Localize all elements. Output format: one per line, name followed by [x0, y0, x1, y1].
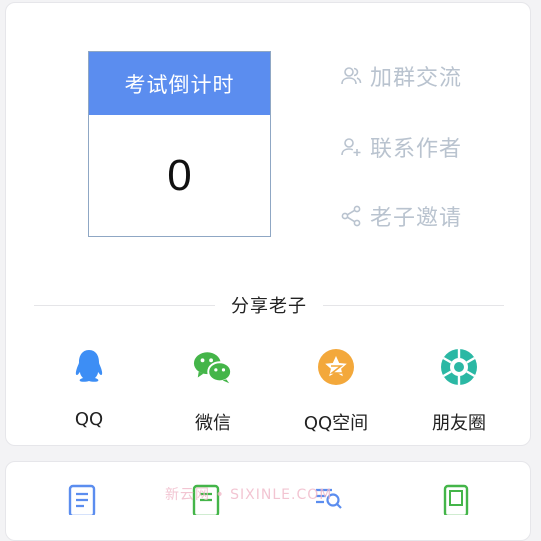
divider-left — [34, 304, 215, 306]
share-qq-label: QQ — [74, 409, 104, 430]
main-card: 考试倒计时 0 加群交流 联系作者 老子邀请 分享老子 QQ 微信 QQ空间 朋… — [5, 2, 531, 446]
document-icon[interactable] — [68, 484, 96, 515]
wechat-icon — [193, 347, 233, 387]
share-section-header: 分享老子 — [34, 293, 504, 317]
invite-link[interactable]: 老子邀请 — [340, 201, 462, 231]
moments-aperture-icon — [439, 347, 479, 387]
phone-icon[interactable] — [442, 484, 470, 515]
user-add-icon — [340, 135, 364, 159]
share-moments-button[interactable]: 朋友圈 — [409, 347, 509, 435]
contact-author-label: 联系作者 — [370, 137, 463, 162]
contact-author-link[interactable]: 联系作者 — [340, 132, 462, 162]
watermark: 新云网 • SIXINLE.COM — [165, 487, 333, 503]
share-moments-label: 朋友圈 — [432, 413, 486, 434]
share-qq-button[interactable]: QQ — [39, 347, 139, 430]
share-qzone-label: QQ空间 — [303, 413, 369, 434]
share-wechat-button[interactable]: 微信 — [163, 347, 263, 435]
countdown-value: 0 — [167, 150, 192, 200]
join-group-link[interactable]: 加群交流 — [340, 61, 462, 91]
share-qzone-button[interactable]: QQ空间 — [286, 347, 386, 435]
share-icon — [340, 204, 364, 228]
users-icon — [340, 64, 364, 88]
join-group-label: 加群交流 — [370, 66, 463, 91]
divider-right — [323, 304, 504, 306]
exam-countdown: 考试倒计时 0 — [88, 51, 271, 237]
invite-label: 老子邀请 — [370, 206, 463, 231]
qzone-star-icon — [316, 347, 356, 387]
share-wechat-label: 微信 — [195, 413, 231, 434]
qq-icon — [69, 347, 109, 387]
share-heading: 分享老子 — [231, 296, 307, 317]
countdown-title: 考试倒计时 — [89, 52, 270, 115]
